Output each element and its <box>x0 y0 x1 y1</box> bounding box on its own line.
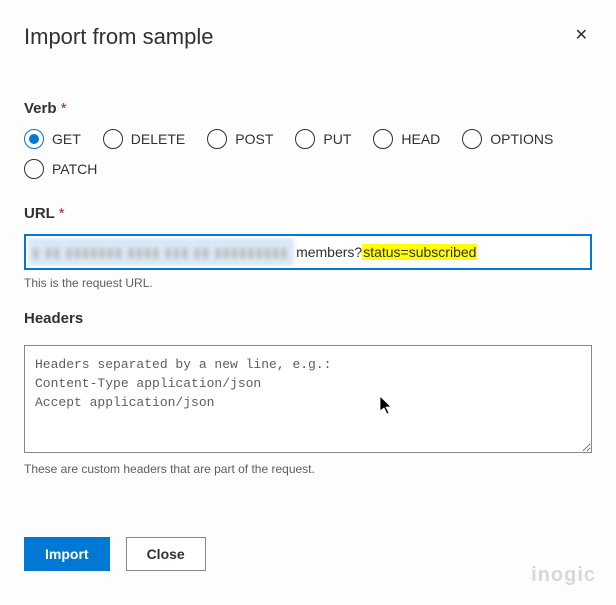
radio-post[interactable]: POST <box>207 129 273 149</box>
required-asterisk: * <box>61 100 67 117</box>
radio-put[interactable]: PUT <box>295 129 351 149</box>
radio-options[interactable]: OPTIONS <box>462 129 553 149</box>
headers-helper-text: These are custom headers that are part o… <box>24 462 592 476</box>
radio-head[interactable]: HEAD <box>373 129 440 149</box>
close-icon[interactable]: ✕ <box>571 24 592 48</box>
radio-circle-icon <box>295 129 315 149</box>
radio-label: PATCH <box>52 161 97 177</box>
url-visible-path: members? <box>294 244 362 260</box>
verb-label: Verb * <box>24 100 592 117</box>
headers-textarea[interactable] <box>24 345 592 453</box>
radio-circle-icon <box>103 129 123 149</box>
url-label: URL * <box>24 205 592 222</box>
url-label-text: URL <box>24 205 55 222</box>
url-highlighted-query: status=subscribed <box>362 244 477 260</box>
radio-label: HEAD <box>401 131 440 147</box>
verb-radio-group: GET DELETE POST PUT HEAD OPTIONS PATCH <box>24 129 592 179</box>
watermark: inogic <box>531 564 596 587</box>
dialog-title: Import from sample <box>24 24 214 50</box>
radio-circle-icon <box>462 129 482 149</box>
url-helper-text: This is the request URL. <box>24 276 592 290</box>
import-button[interactable]: Import <box>24 537 110 571</box>
dialog-footer: Import Close <box>24 537 206 571</box>
radio-get[interactable]: GET <box>24 129 81 149</box>
verb-label-text: Verb <box>24 100 57 117</box>
radio-circle-icon <box>207 129 227 149</box>
radio-delete[interactable]: DELETE <box>103 129 185 149</box>
radio-circle-icon <box>24 129 44 149</box>
radio-circle-icon <box>373 129 393 149</box>
radio-circle-icon <box>24 159 44 179</box>
required-asterisk: * <box>59 205 65 222</box>
radio-label: GET <box>52 131 81 147</box>
radio-patch[interactable]: PATCH <box>24 159 97 179</box>
radio-label: DELETE <box>131 131 185 147</box>
headers-label: Headers <box>24 310 592 327</box>
radio-label: POST <box>235 131 273 147</box>
close-button[interactable]: Close <box>126 537 206 571</box>
url-input[interactable]: ▮ ▮▮ ▮▮▮▮▮▮▮ ▮▮▮▮ ▮▮▮ ▮▮ ▮▮▮▮▮▮▮▮▮ membe… <box>24 234 592 270</box>
url-obscured-prefix: ▮ ▮▮ ▮▮▮▮▮▮▮ ▮▮▮▮ ▮▮▮ ▮▮ ▮▮▮▮▮▮▮▮▮ <box>28 238 294 266</box>
radio-label: OPTIONS <box>490 131 553 147</box>
radio-label: PUT <box>323 131 351 147</box>
